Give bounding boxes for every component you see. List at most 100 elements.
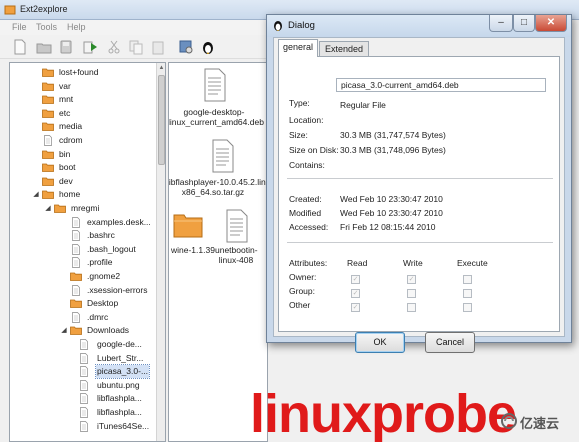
tree-item-label: ubuntu.png [97, 379, 140, 390]
file-icon[interactable] [225, 209, 249, 243]
tree-item-label: boot [59, 162, 76, 173]
expand-arrow-icon[interactable]: ◢ [32, 188, 40, 201]
tree-row[interactable]: iTunes64Se... [10, 420, 156, 433]
file-label[interactable]: unetbootin-linux-408 [215, 245, 258, 265]
filename-field[interactable]: picasa_3.0-current_amd64.deb [336, 78, 546, 92]
tree-scroll-thumb[interactable] [158, 75, 165, 165]
tree-row[interactable]: picasa_3.0-... [10, 364, 156, 380]
execute-checkbox[interactable] [463, 275, 472, 284]
open-folder-icon[interactable] [36, 39, 52, 55]
write-checkbox[interactable] [407, 303, 416, 312]
tree-item-label: cdrom [59, 135, 83, 145]
modified-label: Modified [289, 208, 322, 218]
close-icon[interactable]: ✕ [535, 15, 567, 32]
tree-item-label: libflashpla... [97, 393, 142, 404]
tree-row[interactable]: ◢ Downloads [10, 324, 156, 337]
toolbar [0, 35, 270, 59]
tree-row[interactable]: etc [10, 107, 156, 120]
scroll-up-icon[interactable]: ▲ [158, 64, 165, 72]
tree-row[interactable]: bin [10, 148, 156, 161]
menu-help[interactable]: Help [67, 22, 86, 32]
maximize-icon[interactable]: □ [513, 15, 535, 32]
tree-row[interactable]: lost+found [10, 66, 156, 79]
read-checkbox[interactable]: ✓ [351, 289, 360, 298]
tree-row[interactable]: var [10, 80, 156, 93]
folder-icon [42, 163, 54, 173]
tree-row[interactable]: .dmrc [10, 311, 156, 324]
refresh-icon[interactable] [82, 39, 98, 55]
read-checkbox[interactable]: ✓ [351, 275, 360, 284]
tree-item-label: bin [59, 148, 71, 159]
dialog-title-bar[interactable]: Dialog – □ ✕ [267, 15, 571, 37]
menu-bar: File Tools Help [0, 20, 270, 35]
file-icon[interactable] [211, 139, 235, 173]
copy-icon[interactable] [128, 39, 144, 55]
paste-icon[interactable] [150, 39, 166, 55]
tree-row[interactable]: Lubert_Str... [10, 352, 156, 365]
read-checkbox[interactable]: ✓ [351, 303, 360, 312]
menu-tools[interactable]: Tools [36, 22, 57, 32]
execute-checkbox[interactable] [463, 289, 472, 298]
tab-extended[interactable]: Extended [319, 41, 369, 56]
tree-row[interactable]: Desktop [10, 297, 156, 310]
other-label: Other [289, 300, 311, 310]
tree-row[interactable]: dev [10, 175, 156, 188]
save-icon[interactable] [58, 39, 74, 55]
tree-row[interactable]: mnt [10, 93, 156, 106]
tree-row[interactable]: cdrom [10, 134, 156, 147]
write-header: Write [403, 258, 423, 268]
tree-scrollbar[interactable]: ▲ [156, 63, 165, 441]
size-value: 30.3 MB (31,747,574 Bytes) [340, 130, 446, 140]
tree-row[interactable]: media [10, 120, 156, 133]
file-icon [44, 135, 52, 146]
folder-icon [70, 272, 82, 281]
cut-icon[interactable] [106, 39, 122, 55]
write-checkbox[interactable]: ✓ [407, 275, 416, 284]
group-label: Group: [289, 286, 315, 296]
tree-row[interactable]: .profile [10, 256, 156, 269]
tree-item-label: examples.desk... [87, 216, 151, 227]
tree-row[interactable]: ◢ home [10, 188, 156, 201]
tree-row[interactable]: ubuntu.png [10, 379, 156, 392]
app-icon [4, 5, 16, 15]
write-checkbox[interactable] [407, 289, 416, 298]
file-icon[interactable] [203, 68, 227, 102]
tree-row[interactable]: boot [10, 161, 156, 174]
file-label[interactable]: wine-1.1.39 [171, 245, 215, 255]
ok-button[interactable]: OK [355, 332, 405, 353]
tree-row[interactable]: examples.desk... [10, 216, 156, 229]
folder-icon[interactable] [173, 210, 203, 238]
cancel-button[interactable]: Cancel [425, 332, 475, 353]
tree-row[interactable]: .xsession-errors [10, 284, 156, 297]
modified-value: Wed Feb 10 23:30:47 2010 [340, 208, 443, 218]
tree-row[interactable]: .gnome2 [10, 270, 156, 283]
tree-row[interactable]: .bash_logout [10, 243, 156, 256]
accessed-label: Accessed: [289, 222, 329, 232]
properties-icon[interactable] [178, 39, 194, 55]
tab-general[interactable]: general [278, 39, 318, 57]
file-label[interactable]: libflashplayer-10.0.45.2.linux-x86_64.so… [169, 177, 267, 197]
menu-file[interactable]: File [12, 22, 27, 32]
tree-row[interactable]: libflashpla... [10, 392, 156, 405]
tree-item-label: picasa_3.0-... [94, 364, 151, 380]
folder-tree[interactable]: lost+found var mnt etc media cdrom bin boot dev ◢… [9, 62, 166, 442]
expand-arrow-icon[interactable]: ◢ [44, 202, 52, 215]
file-label[interactable]: google-desktop-linux_current_amd64.deb [169, 107, 264, 127]
folder-icon [42, 177, 54, 186]
tree-row[interactable]: .bashrc [10, 229, 156, 242]
attributes-label: Attributes: [289, 258, 328, 268]
tree-row[interactable]: google-de... [10, 338, 156, 351]
expand-arrow-icon[interactable]: ◢ [60, 324, 68, 337]
new-icon[interactable] [12, 39, 28, 55]
tree-row[interactable]: libflashpla... [10, 406, 156, 419]
tux-icon[interactable] [200, 39, 216, 55]
execute-checkbox[interactable] [463, 303, 472, 312]
yisu-logo: 亿速云 [496, 410, 576, 432]
execute-header: Execute [457, 258, 488, 268]
file-icon [80, 420, 88, 432]
minimize-icon[interactable]: – [489, 15, 513, 32]
tree-item-label: .xsession-errors [87, 284, 148, 295]
tree-item-label: lost+found [59, 67, 99, 77]
created-label: Created: [289, 194, 322, 204]
tree-row[interactable]: ◢ mregmi [10, 202, 156, 215]
